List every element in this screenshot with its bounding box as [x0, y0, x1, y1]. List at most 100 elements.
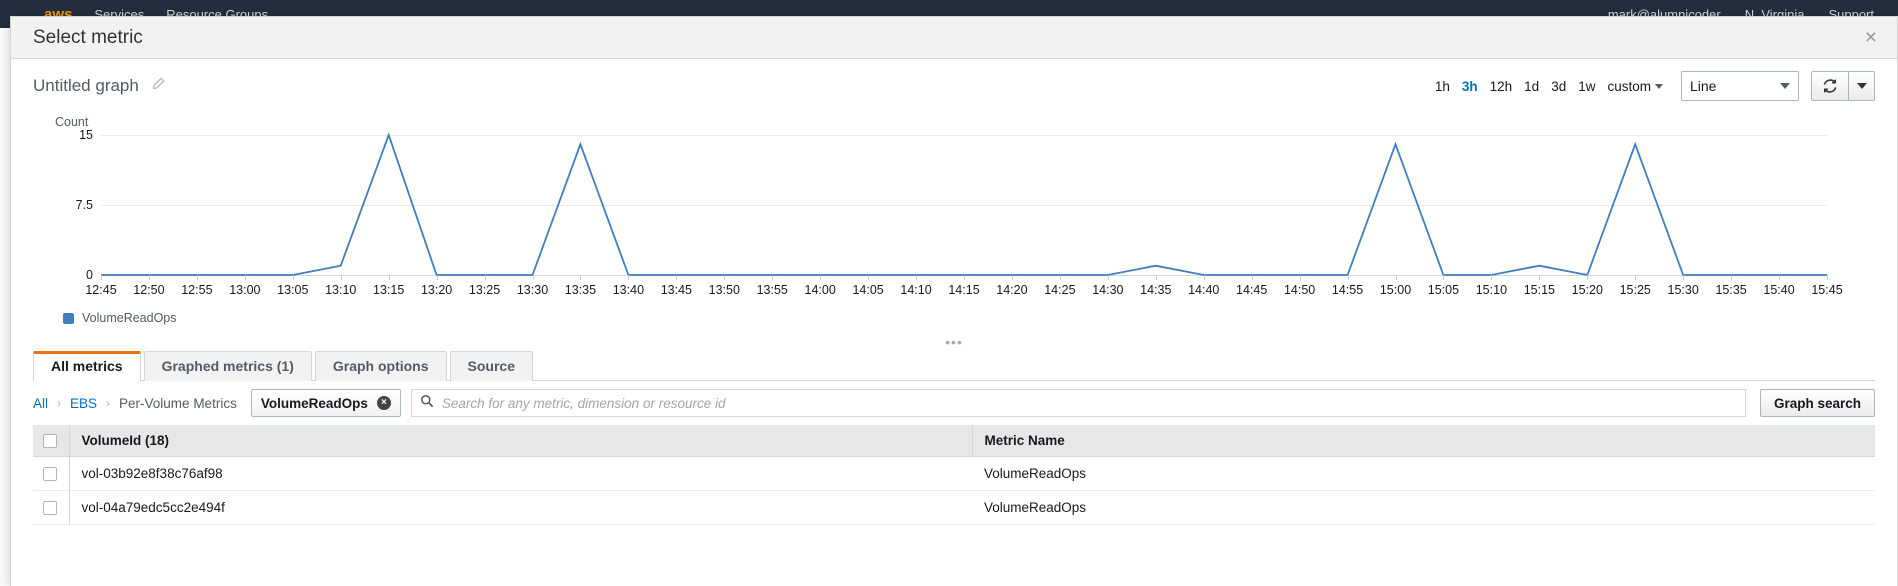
x-axis-tick: 13:00: [229, 283, 260, 297]
x-axis-tick: 13:50: [709, 283, 740, 297]
range-1w[interactable]: 1w: [1572, 76, 1601, 97]
breadcrumb-all[interactable]: All: [33, 396, 48, 411]
tab-source[interactable]: Source: [450, 351, 533, 381]
row-checkbox[interactable]: [43, 501, 57, 515]
x-axis-tick-mark: [1012, 275, 1013, 280]
x-axis-tick: 13:55: [757, 283, 788, 297]
x-axis-tick-mark: [1300, 275, 1301, 280]
x-axis-tick: 14:20: [996, 283, 1027, 297]
remove-icon[interactable]: ×: [377, 396, 391, 410]
x-axis-tick: 15:30: [1668, 283, 1699, 297]
x-axis-tick-mark: [676, 275, 677, 280]
tab-graphed-metrics[interactable]: Graphed metrics (1): [144, 351, 312, 381]
x-axis-ticks: 12:4512:5012:5513:0013:0513:1013:1513:20…: [101, 281, 1827, 303]
tab-bar: All metrics Graphed metrics (1) Graph op…: [33, 351, 1875, 381]
close-icon[interactable]: ×: [1861, 27, 1881, 48]
series-volumereadops: [101, 135, 1827, 275]
select-all-checkbox[interactable]: [43, 434, 57, 448]
table-row[interactable]: vol-04a79edc5cc2e494fVolumeReadOps: [33, 491, 1875, 525]
select-metric-modal: Select metric × Untitled graph 1h 3h 12h…: [10, 16, 1898, 586]
chart-legend[interactable]: VolumeReadOps: [63, 311, 177, 325]
column-header-metric-name[interactable]: Metric Name: [972, 425, 1875, 457]
column-header-volume-id-label: VolumeId: [82, 433, 142, 448]
x-axis-tick: 14:15: [948, 283, 979, 297]
range-3h[interactable]: 3h: [1456, 76, 1484, 97]
x-axis-tick-mark: [724, 275, 725, 280]
table-row[interactable]: vol-03b92e8f38c76af98VolumeReadOps: [33, 457, 1875, 491]
row-select-cell: [33, 457, 69, 491]
chevron-right-icon: ›: [57, 396, 61, 410]
x-axis-tick: 14:45: [1236, 283, 1267, 297]
x-axis-tick-mark: [149, 275, 150, 280]
pencil-icon[interactable]: [151, 77, 165, 96]
x-axis-tick: 14:35: [1140, 283, 1171, 297]
chart-plot-area: 07.515: [101, 135, 1827, 275]
x-axis-tick: 14:30: [1092, 283, 1123, 297]
range-custom-label: custom: [1607, 79, 1651, 94]
tab-graph-options[interactable]: Graph options: [315, 351, 447, 381]
refresh-group: [1811, 71, 1875, 101]
x-axis-tick-mark: [628, 275, 629, 280]
x-axis-tick-mark: [1539, 275, 1540, 280]
cell-volume-id: vol-03b92e8f38c76af98: [69, 457, 972, 491]
chevron-right-icon: ›: [106, 396, 110, 410]
x-axis-tick: 12:45: [85, 283, 116, 297]
x-axis-tick: 15:00: [1380, 283, 1411, 297]
x-axis-tick-mark: [1635, 275, 1636, 280]
x-axis-tick: 13:30: [517, 283, 548, 297]
chart-type-select[interactable]: Line: [1681, 71, 1799, 101]
x-axis-tick: 15:25: [1620, 283, 1651, 297]
x-axis-tick: 14:10: [900, 283, 931, 297]
row-select-cell: [33, 491, 69, 525]
refresh-options-button[interactable]: [1849, 71, 1875, 101]
x-axis-tick-mark: [1204, 275, 1205, 280]
graph-toolbar: Untitled graph 1h 3h 12h 1d 3d 1w custom…: [33, 59, 1875, 113]
breadcrumb-ebs[interactable]: EBS: [70, 396, 97, 411]
x-axis-tick-mark: [1683, 275, 1684, 280]
column-header-volume-id[interactable]: VolumeId (18): [69, 425, 972, 457]
x-axis-tick-mark: [1348, 275, 1349, 280]
range-3d[interactable]: 3d: [1545, 76, 1572, 97]
x-axis-tick-mark: [1060, 275, 1061, 280]
search-input[interactable]: Search for any metric, dimension or reso…: [411, 389, 1746, 417]
select-all-header: [33, 425, 69, 457]
x-axis-tick-mark: [868, 275, 869, 280]
search-row: All › EBS › Per-Volume Metrics VolumeRea…: [33, 381, 1875, 425]
x-axis-tick: 15:10: [1476, 283, 1507, 297]
cell-metric-name: VolumeReadOps: [972, 491, 1875, 525]
x-axis-tick: 13:25: [469, 283, 500, 297]
x-axis-tick: 14:40: [1188, 283, 1219, 297]
x-axis-tick-mark: [916, 275, 917, 280]
panel-resize-handle[interactable]: •••: [33, 333, 1875, 351]
range-12h[interactable]: 12h: [1484, 76, 1519, 97]
tab-all-metrics[interactable]: All metrics: [33, 351, 141, 381]
refresh-icon[interactable]: [1811, 71, 1849, 101]
filter-token-volumereadops[interactable]: VolumeReadOps ×: [251, 389, 401, 417]
range-1h[interactable]: 1h: [1429, 76, 1456, 97]
row-checkbox[interactable]: [43, 467, 57, 481]
x-axis-tick: 13:10: [325, 283, 356, 297]
x-axis-tick-mark: [772, 275, 773, 280]
chevron-down-icon: [1857, 83, 1867, 89]
x-axis-tick: 14:55: [1332, 283, 1363, 297]
range-1d[interactable]: 1d: [1518, 76, 1545, 97]
chart-type-value: Line: [1690, 78, 1716, 94]
x-axis-tick-mark: [485, 275, 486, 280]
range-custom[interactable]: custom: [1601, 76, 1669, 97]
legend-swatch: [63, 313, 74, 324]
x-axis-tick: 13:05: [277, 283, 308, 297]
x-axis-tick-mark: [1156, 275, 1157, 280]
legend-label: VolumeReadOps: [82, 311, 177, 325]
x-axis-tick: 12:55: [181, 283, 212, 297]
x-axis-tick: 13:20: [421, 283, 452, 297]
graph-search-button[interactable]: Graph search: [1760, 389, 1875, 417]
modal-header: Select metric ×: [11, 17, 1897, 59]
x-axis-tick: 15:20: [1572, 283, 1603, 297]
x-axis-tick-mark: [101, 275, 102, 280]
chart-line-series: [101, 135, 1827, 275]
x-axis-tick: 14:50: [1284, 283, 1315, 297]
x-axis-tick: 14:00: [805, 283, 836, 297]
x-axis-tick: 13:40: [613, 283, 644, 297]
x-axis-tick-mark: [1731, 275, 1732, 280]
search-placeholder: Search for any metric, dimension or reso…: [442, 396, 726, 411]
